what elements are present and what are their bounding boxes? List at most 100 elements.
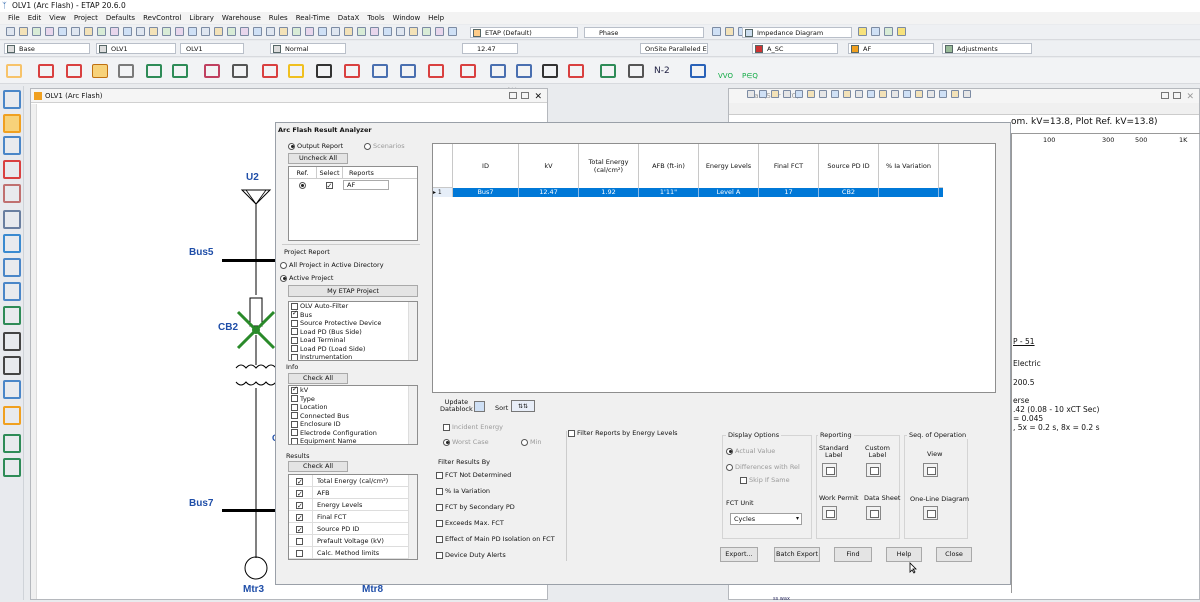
export-button[interactable]: Export... [720, 547, 758, 562]
check-all-results-button[interactable]: Check All [288, 461, 348, 472]
bus7-bar[interactable] [222, 509, 276, 512]
help-button[interactable]: Help [886, 547, 922, 562]
star-minimize-icon[interactable] [1161, 92, 1169, 99]
standard-toolbar-icon-13[interactable] [162, 27, 171, 36]
star-toolbar-icon-4[interactable] [783, 90, 791, 98]
star-toolbar-icon-9[interactable] [843, 90, 851, 98]
study-tool-icon-17[interactable] [460, 64, 476, 78]
info-field-item[interactable]: Location [289, 403, 417, 412]
mode-sidebar-icon-14[interactable] [3, 406, 21, 425]
adjustments-combo[interactable]: Adjustments [942, 43, 1032, 54]
study-tool-icon-18[interactable] [490, 64, 506, 78]
device-type-checkbox[interactable] [291, 345, 298, 352]
standard-toolbar-icon-6[interactable] [71, 27, 80, 36]
mode-sidebar-icon-7[interactable] [3, 234, 21, 253]
grid-cell[interactable] [879, 188, 939, 197]
results-grid[interactable]: ID kV Total Energy (cal/cm²) AFB (ft-in) Ene… [432, 143, 996, 393]
star-toolbar-icon-11[interactable] [867, 90, 875, 98]
results-field-checkbox-cell[interactable] [289, 523, 313, 536]
menu-tools[interactable]: Tools [363, 12, 388, 24]
filter-energy-checkbox[interactable]: Filter Reports by Energy Levels [568, 429, 678, 437]
report-row[interactable]: AF [289, 179, 417, 192]
mode-sidebar-icon-13[interactable] [3, 380, 21, 399]
results-list-scrollbar[interactable] [408, 475, 417, 559]
study-tool-icon-24[interactable] [690, 64, 706, 78]
impedance-diagram-combo[interactable]: Impedance Diagram [742, 27, 852, 38]
grid-cell[interactable]: CB2 [819, 188, 879, 197]
mode-sidebar-icon-12[interactable] [3, 356, 21, 375]
results-field-checkbox[interactable] [296, 549, 303, 557]
filter-option[interactable]: FCT by Secondary PD [436, 503, 515, 511]
standard-toolbar-icon-12[interactable] [149, 27, 158, 36]
grid-row-bus7[interactable]: Bus7 12.47 1.92 1'11" Level A 17 CB2 [453, 188, 943, 197]
info-field-checkbox[interactable] [291, 429, 298, 436]
transformer-secondary[interactable] [235, 381, 277, 386]
info-field-checkbox[interactable] [291, 395, 298, 402]
standard-toolbar-icon-10[interactable] [123, 27, 132, 36]
info-list-scrollbar[interactable] [408, 386, 417, 444]
results-field-item[interactable]: Source PD ID [289, 523, 417, 536]
standard-toolbar-icon-28[interactable] [357, 27, 366, 36]
utility-u2-symbol[interactable] [240, 189, 272, 205]
standard-toolbar-icon-25[interactable] [318, 27, 327, 36]
star-toolbar-icon-1[interactable] [747, 90, 755, 98]
device-type-checkbox[interactable] [291, 309, 298, 318]
filter-option-checkbox[interactable] [436, 503, 443, 511]
results-field-checkbox-cell[interactable] [289, 547, 313, 558]
results-field-item[interactable]: Final FCT [289, 511, 417, 524]
standard-toolbar-icon-3[interactable] [32, 27, 41, 36]
standard-toolbar-icon-4[interactable] [45, 27, 54, 36]
star-toolbar-icon-16[interactable] [927, 90, 935, 98]
filter-option-checkbox[interactable] [436, 519, 443, 527]
standard-toolbar-icon-14[interactable] [175, 27, 184, 36]
mode-sidebar-icon-16[interactable] [3, 458, 21, 477]
standard-toolbar-right-icon-2[interactable] [871, 27, 880, 36]
work-permit-button[interactable] [822, 506, 837, 520]
standard-toolbar-icon-33[interactable] [422, 27, 431, 36]
results-field-item[interactable]: Calc. Method limits [289, 547, 417, 559]
study-tool-icon-2[interactable] [38, 64, 54, 78]
star-toolbar-icon-5[interactable] [795, 90, 803, 98]
standard-toolbar-icon-11[interactable] [136, 27, 145, 36]
info-field-item[interactable]: Connected Bus [289, 412, 417, 421]
transformer-primary[interactable] [235, 364, 277, 369]
filter-option[interactable]: Effect of Main PD Isolation on FCT [436, 535, 555, 543]
results-list[interactable]: Total Energy (cal/cm²) AFB Energy Levels Fi… [288, 474, 418, 560]
standard-toolbar-icon-34[interactable] [435, 27, 444, 36]
all-projects-radio[interactable]: All Project in Active Directory [280, 261, 384, 269]
filter-option-checkbox[interactable] [436, 535, 443, 543]
filter-option[interactable]: Exceeds Max. FCT [436, 519, 504, 527]
mode-sidebar-icon-10[interactable] [3, 306, 21, 325]
mode-sidebar-icon-6[interactable] [3, 210, 21, 229]
my-project-button[interactable]: My ETAP Project [288, 285, 418, 297]
mode-sidebar-icon-5[interactable] [3, 184, 21, 203]
device-type-item[interactable]: Load Terminal [289, 336, 417, 345]
standard-toolbar-icon-20[interactable] [253, 27, 262, 36]
info-field-checkbox[interactable] [291, 420, 298, 428]
star-toolbar-icon-19[interactable] [963, 90, 971, 98]
standard-toolbar-icon-22[interactable] [279, 27, 288, 36]
info-field-item[interactable]: Electrode Configuration [289, 429, 417, 438]
standard-toolbar-icon-30[interactable] [383, 27, 392, 36]
standard-toolbar-icon-19[interactable] [240, 27, 249, 36]
grid-column-header[interactable]: Source PD ID [819, 144, 879, 188]
base-combo[interactable]: Base [4, 43, 90, 54]
results-field-checkbox-cell[interactable] [289, 499, 313, 512]
star-maximize-icon[interactable] [1173, 92, 1181, 99]
study-tool-icon-19[interactable] [516, 64, 532, 78]
close-button[interactable]: Close [936, 547, 972, 562]
results-field-checkbox-cell[interactable] [289, 487, 313, 500]
star-toolbar-icon-18[interactable] [951, 90, 959, 98]
standard-toolbar-right-icon-3[interactable] [884, 27, 893, 36]
close-icon[interactable]: ✕ [534, 90, 542, 104]
star-toolbar-icon-2[interactable] [759, 90, 767, 98]
results-field-checkbox[interactable] [296, 512, 303, 524]
scenarios-radio[interactable]: Scenarios [364, 142, 405, 150]
standard-toolbar-icon-5[interactable] [58, 27, 67, 36]
update-datablock-button[interactable] [474, 401, 485, 412]
star-toolbar-icon-13[interactable] [891, 90, 899, 98]
menu-library[interactable]: Library [185, 12, 217, 24]
device-list-scrollbar[interactable] [408, 302, 417, 360]
study-tool-icon-15[interactable] [400, 64, 416, 78]
star-toolbar-icon-17[interactable] [939, 90, 947, 98]
